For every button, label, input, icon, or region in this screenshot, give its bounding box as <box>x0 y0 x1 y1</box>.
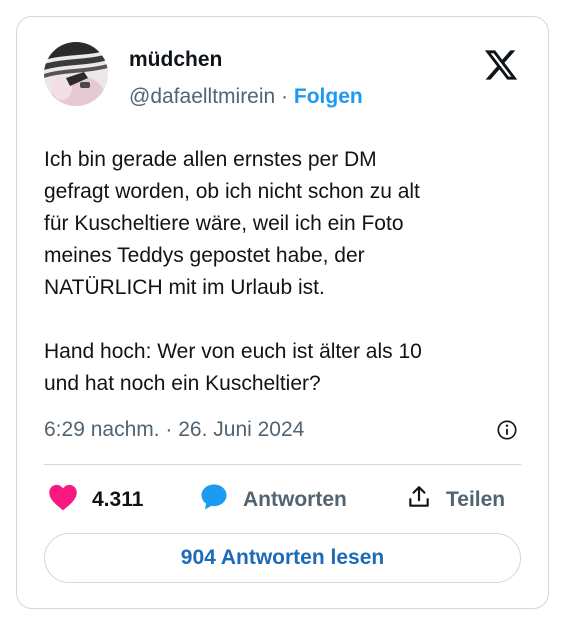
author-handle-row: @dafaelltmirein · Folgen <box>129 84 363 110</box>
like-button[interactable]: 4.311 <box>48 482 143 518</box>
follow-button[interactable]: Folgen <box>294 85 363 108</box>
tweet-paragraph: Ich bin gerade allen ernstes per DM gefr… <box>44 148 420 299</box>
speech-bubble-icon <box>199 482 229 518</box>
tweet-timestamp[interactable]: 6:29 nachm. · 26. Juni 2024 <box>44 417 304 443</box>
reply-button[interactable]: Antworten <box>199 482 347 518</box>
reply-label: Antworten <box>243 488 347 511</box>
like-count: 4.311 <box>92 488 144 511</box>
handle-separator: · <box>281 85 289 108</box>
read-replies-button[interactable]: 904 Antworten lesen <box>44 533 521 583</box>
tweet-paragraph: Hand hoch: Wer von euch ist älter als 10… <box>44 340 422 395</box>
share-label: Teilen <box>446 488 506 511</box>
x-logo-icon[interactable] <box>481 47 521 83</box>
tweet-text: Ich bin gerade allen ernstes per DM gefr… <box>44 144 524 400</box>
author-display-name[interactable]: müdchen <box>129 47 222 73</box>
share-icon <box>406 484 432 516</box>
share-button[interactable]: Teilen <box>406 482 505 518</box>
author-handle[interactable]: @dafaelltmirein <box>129 85 275 108</box>
heart-icon <box>48 483 78 517</box>
action-bar: 4.311 Antworten Teilen <box>44 482 521 518</box>
divider <box>44 464 521 465</box>
avatar[interactable] <box>44 42 108 106</box>
tweet-card[interactable]: müdchen @dafaelltmirein · Folgen Ich bin… <box>16 16 549 609</box>
avatar-image <box>44 42 108 106</box>
info-icon[interactable] <box>496 419 518 441</box>
